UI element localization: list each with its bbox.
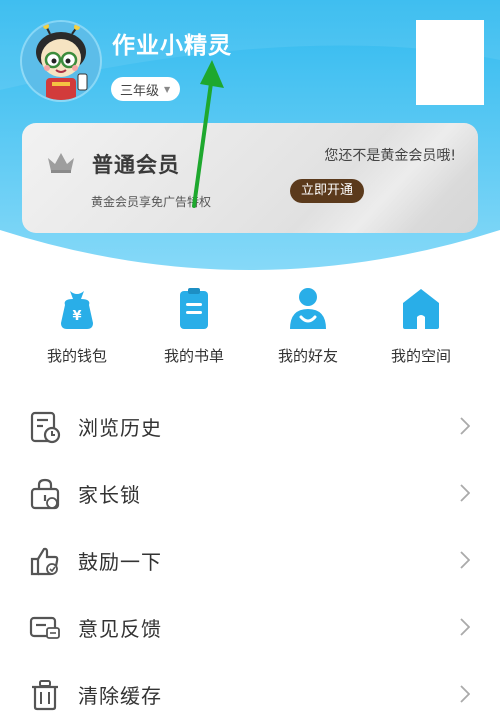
avatar[interactable] [22,22,100,100]
trash-icon [32,680,58,711]
chevron-right-icon [460,417,470,435]
chevron-right-icon [460,551,470,569]
menu-item-clear-cache[interactable]: 清除缓存 [0,661,500,728]
feedback-icon [29,616,60,639]
username: 作业小精灵 [112,33,232,59]
quick-action-wallet[interactable]: ¥ 我的钱包 [22,285,132,366]
grade-selector[interactable]: 三年级 ▼ [111,77,181,101]
quick-action-label: 我的钱包 [46,347,107,365]
menu-item-feedback[interactable]: 意见反馈 [0,594,500,661]
blank-panel [416,20,484,105]
crown-icon [48,153,74,173]
history-icon [30,411,61,444]
home-space-icon [403,289,439,329]
thumbs-up-icon [30,547,59,576]
quick-action-label: 我的书单 [163,347,224,365]
friends-icon [290,288,326,329]
menu-item-history[interactable]: 浏览历史 [0,393,500,460]
member-benefit-text: 黄金会员享免广告特权 [91,195,212,209]
menu-item-label: 清除缓存 [78,684,162,708]
menu-item-label: 意见反馈 [78,617,162,641]
member-hint-text: 您还不是黄金会员哦! [324,148,456,164]
card-shine [262,123,478,233]
menu-item-label: 家长锁 [78,483,141,507]
parent-lock-icon [30,478,60,510]
menu-item-label: 浏览历史 [78,416,162,440]
member-level-title: 普通会员 [92,153,180,177]
menu-item-encourage[interactable]: 鼓励一下 [0,527,500,594]
quick-action-space[interactable]: 我的空间 [366,285,476,366]
quick-action-booklist[interactable]: 我的书单 [139,285,249,366]
chevron-right-icon [460,484,470,502]
menu-item-label: 鼓励一下 [78,550,162,574]
menu-item-parent-lock[interactable]: 家长锁 [0,460,500,527]
chevron-right-icon [460,618,470,636]
grade-label: 三年级 [120,83,160,99]
svg-text:¥: ¥ [72,309,81,324]
chevron-right-icon [460,685,470,703]
profile-header: 作业小精灵 三年级 ▼ 普通会员 黄金会员享免广告特权 您还不是黄金会员哦! 立… [0,0,500,270]
quick-actions: ¥ 我的钱包 我的书单 我的好友 我的空间 [0,285,500,375]
wallet-icon: ¥ [61,291,93,329]
avatar-character-icon [22,22,100,100]
quick-action-label: 我的好友 [277,347,338,365]
booklist-icon [180,288,208,329]
open-membership-button[interactable]: 立即开通 [290,179,365,203]
settings-menu: 浏览历史 家长锁 鼓励一下 意见反馈 清除缓存 [0,393,500,728]
quick-action-friends[interactable]: 我的好友 [253,285,363,366]
caret-down-icon: ▼ [164,84,171,94]
member-card[interactable]: 普通会员 黄金会员享免广告特权 您还不是黄金会员哦! 立即开通 [22,123,478,233]
quick-action-label: 我的空间 [390,347,451,365]
